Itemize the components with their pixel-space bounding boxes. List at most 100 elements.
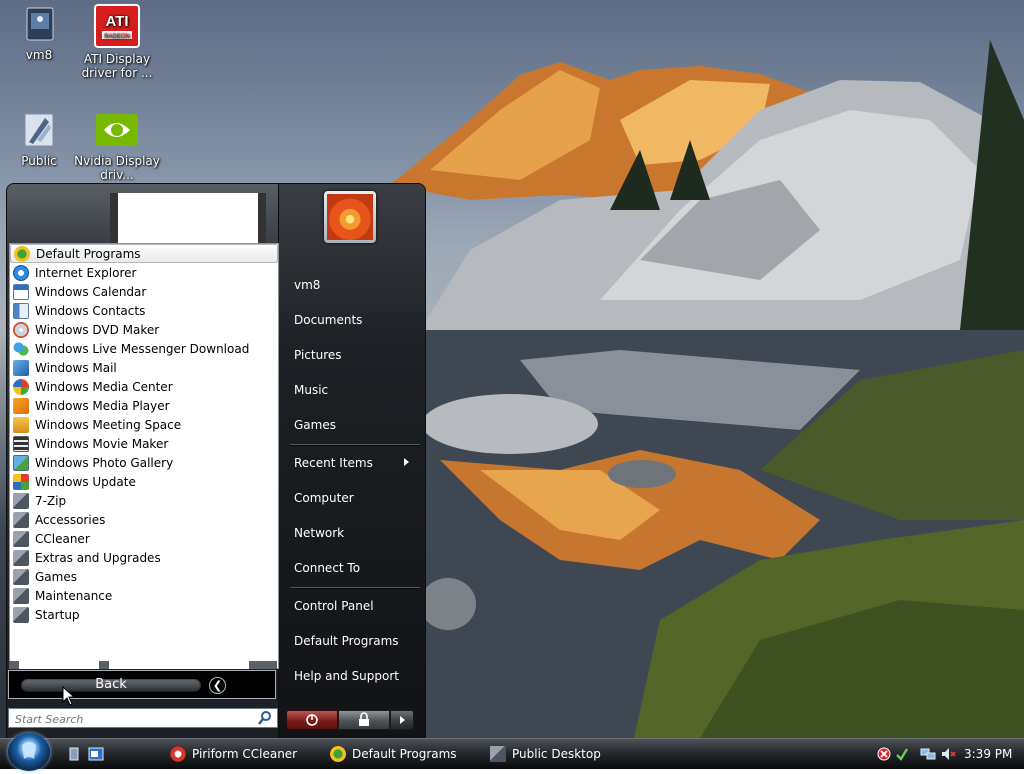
program-item-internet-explorer[interactable]: Internet Explorer	[10, 263, 278, 282]
program-item-windows-calendar[interactable]: Windows Calendar	[10, 282, 278, 301]
taskbar-button-label: Public Desktop	[512, 747, 601, 761]
program-folder-accessories[interactable]: Accessories	[10, 510, 278, 529]
program-label: Windows DVD Maker	[35, 322, 160, 337]
program-label: Accessories	[35, 512, 106, 527]
default-programs-icon	[14, 245, 30, 262]
system-clock[interactable]: 3:39 PM	[964, 747, 1012, 761]
start-search-box	[8, 708, 278, 728]
desktop-icon-nvidia-driver[interactable]: Nvidia Display driv...	[74, 110, 160, 182]
right-link-music[interactable]: Music	[294, 383, 328, 397]
program-label: Windows Photo Gallery	[35, 455, 174, 470]
right-link-help-and-support[interactable]: Help and Support	[294, 669, 399, 683]
power-button[interactable]	[286, 710, 338, 730]
program-label: Windows Live Messenger Download	[35, 341, 250, 356]
program-list-scroll-strip	[9, 661, 277, 669]
quick-launch-switch-windows-icon[interactable]	[88, 746, 104, 762]
right-link-connect-to[interactable]: Connect To	[294, 561, 360, 575]
program-item-windows-meeting-space[interactable]: Windows Meeting Space	[10, 415, 278, 434]
program-folder-7-zip[interactable]: 7-Zip	[10, 491, 278, 510]
right-link-recent-items[interactable]: Recent Items	[294, 456, 373, 470]
windows-update-tray-icon[interactable]	[894, 746, 910, 762]
user-avatar[interactable]	[324, 191, 376, 243]
taskbar-button-public-desktop[interactable]: Public Desktop	[490, 743, 601, 765]
internet-explorer-icon	[13, 264, 29, 281]
folder-icon	[13, 511, 29, 528]
right-pane-separator	[290, 444, 420, 446]
desktop-icon-label: Nvidia Display driv...	[74, 154, 160, 182]
program-label: Windows Update	[35, 474, 136, 489]
program-folder-startup[interactable]: Startup	[10, 605, 278, 624]
windows-update-icon	[13, 473, 29, 490]
program-item-windows-mail[interactable]: Windows Mail	[10, 358, 278, 377]
meeting-space-icon	[13, 416, 29, 433]
desktop-icon-public[interactable]: Public	[0, 110, 82, 168]
right-link-games[interactable]: Games	[294, 418, 336, 432]
movie-maker-icon	[13, 435, 29, 452]
nvidia-icon	[94, 110, 140, 150]
taskbar-button-default-programs[interactable]: Default Programs	[330, 743, 457, 765]
program-label: Windows Media Player	[35, 398, 170, 413]
program-item-windows-contacts[interactable]: Windows Contacts	[10, 301, 278, 320]
right-link-pictures[interactable]: Pictures	[294, 348, 342, 362]
quick-launch-show-desktop-icon[interactable]	[66, 746, 82, 762]
taskbar: Piriform CCleaner Default Programs Publi…	[0, 733, 1024, 771]
right-link-computer[interactable]: Computer	[294, 491, 354, 505]
taskbar-button-label: Piriform CCleaner	[192, 747, 298, 761]
start-search-input[interactable]	[13, 710, 257, 728]
program-label: CCleaner	[35, 531, 90, 546]
program-folder-maintenance[interactable]: Maintenance	[10, 586, 278, 605]
program-item-windows-update[interactable]: Windows Update	[10, 472, 278, 491]
shutdown-options-button[interactable]	[390, 710, 414, 730]
program-folder-ccleaner[interactable]: CCleaner	[10, 529, 278, 548]
program-label: Internet Explorer	[35, 265, 137, 280]
right-link-user-folder[interactable]: vm8	[294, 278, 320, 292]
contacts-icon	[13, 302, 29, 319]
ccleaner-icon	[170, 746, 186, 762]
folder-icon	[490, 746, 506, 762]
mail-icon	[13, 359, 29, 376]
program-folder-extras-and-upgrades[interactable]: Extras and Upgrades	[10, 548, 278, 567]
program-item-windows-dvd-maker[interactable]: Windows DVD Maker	[10, 320, 278, 339]
search-icon[interactable]	[257, 710, 273, 726]
program-label: Default Programs	[36, 246, 141, 261]
program-item-windows-movie-maker[interactable]: Windows Movie Maker	[10, 434, 278, 453]
submenu-arrow-icon	[404, 458, 409, 466]
messenger-icon	[13, 340, 29, 357]
program-item-windows-media-center[interactable]: Windows Media Center	[10, 377, 278, 396]
lock-button[interactable]	[338, 710, 390, 730]
windows-logo-icon	[22, 742, 36, 759]
program-label: Games	[35, 569, 77, 584]
start-orb-button[interactable]	[8, 733, 50, 771]
mouse-cursor-icon	[62, 686, 76, 706]
desktop-icon-label: vm8	[25, 48, 53, 62]
network-icon[interactable]	[920, 746, 936, 762]
program-item-windows-live-messenger-download[interactable]: Windows Live Messenger Download	[10, 339, 278, 358]
folder-icon	[13, 568, 29, 585]
taskbar-button-piriform-ccleaner[interactable]: Piriform CCleaner	[170, 743, 297, 765]
program-folder-games[interactable]: Games	[10, 567, 278, 586]
media-player-icon	[13, 397, 29, 414]
volume-muted-icon[interactable]	[940, 746, 956, 762]
svg-text:RADEON: RADEON	[104, 34, 130, 40]
start-menu-preview-frame	[110, 193, 266, 245]
right-link-documents[interactable]: Documents	[294, 313, 362, 327]
security-alert-icon[interactable]	[876, 746, 892, 762]
program-label: Windows Media Center	[35, 379, 173, 394]
program-label: Windows Movie Maker	[35, 436, 169, 451]
program-item-windows-photo-gallery[interactable]: Windows Photo Gallery	[10, 453, 278, 472]
desktop-icon-vm8[interactable]: vm8	[0, 4, 82, 62]
program-item-windows-media-player[interactable]: Windows Media Player	[10, 396, 278, 415]
right-link-control-panel[interactable]: Control Panel	[294, 599, 374, 613]
start-menu: Default Programs Internet Explorer Windo…	[6, 183, 426, 740]
folder-icon	[13, 530, 29, 547]
desktop-icon-ati-driver[interactable]: ATI RADEON ATI Display driver for ...	[74, 4, 160, 80]
program-label: Windows Calendar	[35, 284, 147, 299]
right-link-default-programs[interactable]: Default Programs	[294, 634, 399, 648]
program-item-default-programs[interactable]: Default Programs	[10, 244, 278, 263]
right-link-network[interactable]: Network	[294, 526, 344, 540]
ati-radeon-icon: ATI RADEON	[94, 4, 140, 48]
photo-gallery-icon	[13, 454, 29, 471]
svg-text:ATI: ATI	[105, 13, 128, 30]
right-pane-separator	[290, 587, 420, 589]
back-button[interactable]: Back ❮	[8, 670, 276, 699]
